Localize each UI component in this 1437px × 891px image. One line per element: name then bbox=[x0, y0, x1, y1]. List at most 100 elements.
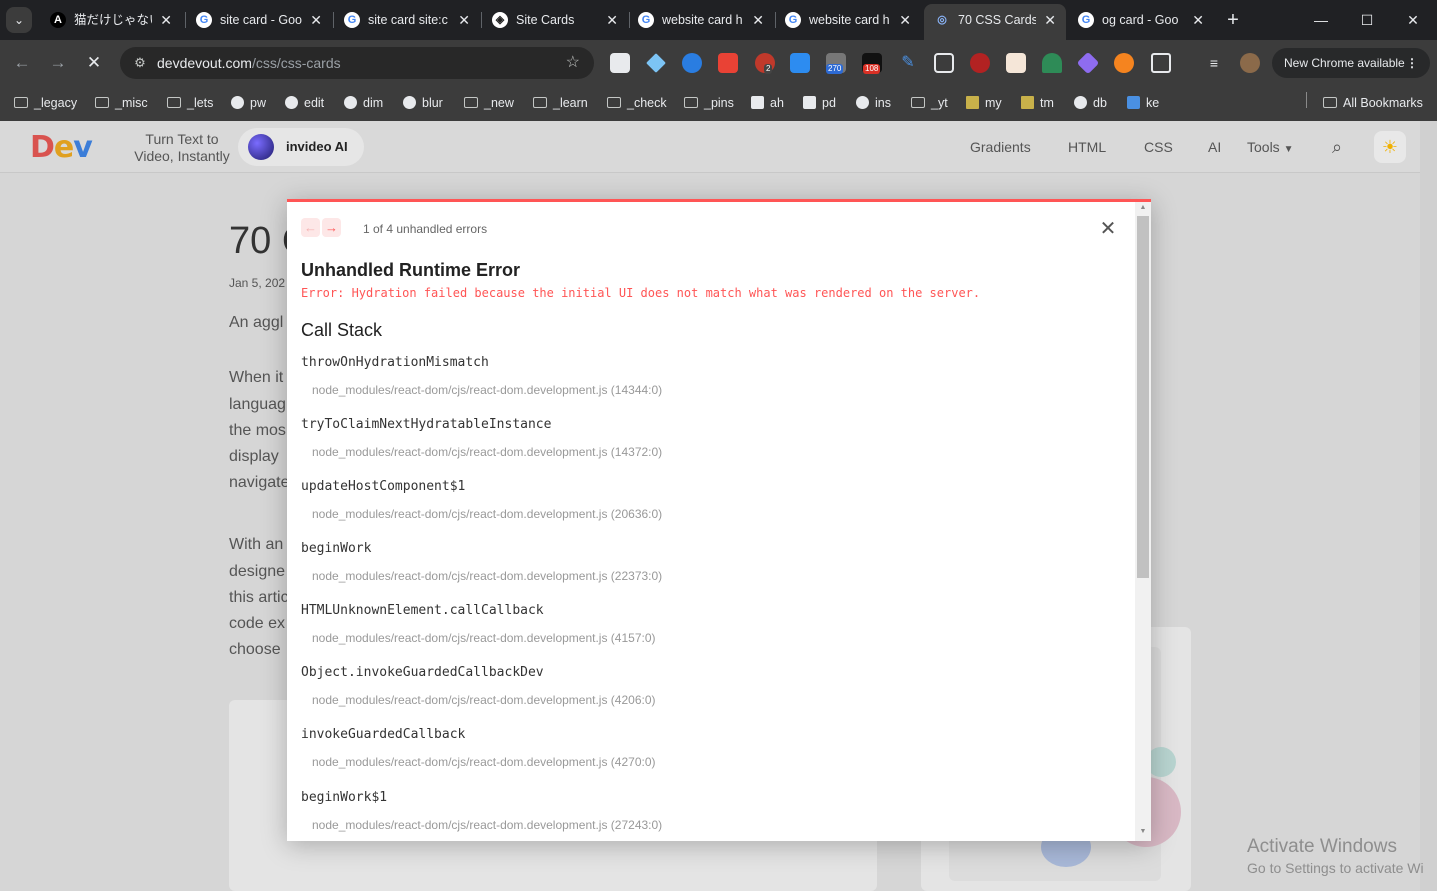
tab-0[interactable]: A 猫だけじゃない。 ✕ bbox=[40, 4, 182, 36]
bookmark-folder[interactable]: _pins bbox=[684, 92, 734, 114]
tab-6-active[interactable]: ◎ 70 CSS Cards ✕ bbox=[924, 4, 1066, 40]
forward-icon[interactable]: → bbox=[47, 52, 69, 74]
next-error-arrow-icon[interactable]: → bbox=[322, 218, 341, 237]
tab-close-icon[interactable]: ✕ bbox=[752, 4, 764, 36]
tab-2[interactable]: G site card site:c ✕ bbox=[334, 4, 480, 36]
counter-extension-icon[interactable]: 270 bbox=[826, 53, 846, 74]
hill-extension-icon[interactable] bbox=[1042, 53, 1062, 73]
site-info-icon[interactable]: ⚙ bbox=[130, 53, 150, 73]
stop-loading-icon[interactable]: ✕ bbox=[83, 52, 105, 74]
stack-frame-location[interactable]: node_modules/react-dom/cjs/react-dom.dev… bbox=[312, 755, 1101, 769]
stack-frame[interactable]: HTMLUnknownElement.callCallback node_mod… bbox=[301, 603, 1101, 645]
stop-extension-icon[interactable] bbox=[970, 53, 990, 73]
pen-extension-icon[interactable] bbox=[646, 53, 666, 73]
bookmark-link[interactable]: ke bbox=[1127, 92, 1159, 114]
bookmark-folder[interactable]: _lets bbox=[167, 92, 213, 114]
close-icon[interactable]: ✕ bbox=[1098, 219, 1118, 239]
tab-search-button[interactable]: ⌄ bbox=[6, 7, 32, 33]
bookmark-link[interactable]: pd bbox=[803, 92, 836, 114]
bookmark-folder[interactable]: _misc bbox=[95, 92, 148, 114]
stack-frame[interactable]: Object.invokeGuardedCallbackDev node_mod… bbox=[301, 665, 1101, 707]
stack-frame[interactable]: beginWork node_modules/react-dom/cjs/rea… bbox=[301, 541, 1101, 583]
puzzle-extensions-icon[interactable] bbox=[1151, 53, 1171, 73]
window-extension-icon[interactable] bbox=[934, 53, 954, 73]
bookmark-link[interactable]: db bbox=[1074, 92, 1107, 114]
bookmark-folder[interactable]: _learn bbox=[533, 92, 588, 114]
nav-ai[interactable]: AI bbox=[1208, 121, 1221, 173]
stack-frame-location[interactable]: node_modules/react-dom/cjs/react-dom.dev… bbox=[312, 507, 1101, 521]
tab-3[interactable]: ◈ Site Cards ✕ bbox=[482, 4, 628, 36]
stack-frame-location[interactable]: node_modules/react-dom/cjs/react-dom.dev… bbox=[312, 445, 1101, 459]
bookmark-link[interactable]: pw bbox=[231, 92, 266, 114]
page-scrollbar[interactable] bbox=[1420, 121, 1437, 891]
bookmark-link[interactable]: my bbox=[966, 92, 1002, 114]
invideo-ad-button[interactable]: invideo AI bbox=[238, 128, 364, 166]
stack-frame-location[interactable]: node_modules/react-dom/cjs/react-dom.dev… bbox=[312, 818, 1101, 832]
bookmark-link[interactable]: blur bbox=[403, 92, 443, 114]
bookmark-link[interactable]: tm bbox=[1021, 92, 1054, 114]
bookmark-link[interactable]: ins bbox=[856, 92, 891, 114]
edge-extension-icon[interactable] bbox=[682, 53, 702, 73]
scroll-down-icon[interactable]: ▼ bbox=[1135, 826, 1151, 838]
tool-extension-icon[interactable]: ✎ bbox=[898, 53, 918, 73]
new-tab-button[interactable]: + bbox=[1222, 8, 1244, 32]
minimize-icon[interactable]: — bbox=[1309, 8, 1333, 32]
tab-close-icon[interactable]: ✕ bbox=[1044, 4, 1056, 36]
dialog-scrollbar[interactable]: ▲ ▼ bbox=[1135, 202, 1151, 841]
bookmark-folder[interactable]: _new bbox=[464, 92, 514, 114]
tab-4[interactable]: G website card h ✕ bbox=[628, 4, 774, 36]
stack-frame[interactable]: invokeGuardedCallback node_modules/react… bbox=[301, 727, 1101, 769]
diamond-extension-icon[interactable] bbox=[1076, 51, 1100, 75]
close-window-icon[interactable]: ✕ bbox=[1401, 8, 1425, 32]
tab-5[interactable]: G website card h ✕ bbox=[775, 4, 921, 36]
bookmark-folder[interactable]: _yt bbox=[911, 92, 948, 114]
tab-close-icon[interactable]: ✕ bbox=[310, 4, 322, 36]
nav-tools[interactable]: Tools ▼ bbox=[1247, 121, 1293, 176]
bookmark-link[interactable]: edit bbox=[285, 92, 324, 114]
tab-close-icon[interactable]: ✕ bbox=[160, 4, 172, 36]
stack-frame[interactable]: throwOnHydrationMismatch node_modules/re… bbox=[301, 355, 1101, 397]
maximize-icon[interactable]: ☐ bbox=[1355, 8, 1379, 32]
new-chrome-available-button[interactable]: New Chrome available ⋮ bbox=[1272, 48, 1430, 78]
nav-css[interactable]: CSS bbox=[1144, 121, 1173, 173]
tab-close-icon[interactable]: ✕ bbox=[458, 4, 470, 36]
metamask-extension-icon[interactable] bbox=[1114, 53, 1134, 73]
tab-close-icon[interactable]: ✕ bbox=[606, 4, 618, 36]
nav-gradients[interactable]: Gradients bbox=[970, 121, 1031, 173]
ublock-extension-icon[interactable]: 2 bbox=[755, 53, 775, 74]
bookmark-link[interactable]: ah bbox=[751, 92, 784, 114]
stack-frame[interactable]: beginWork$1 node_modules/react-dom/cjs/r… bbox=[301, 790, 1101, 832]
stack-frame[interactable]: tryToClaimNextHydratableInstance node_mo… bbox=[301, 417, 1101, 459]
tab-1[interactable]: G site card - Goo ✕ bbox=[186, 4, 332, 36]
bookmark-folder[interactable]: _legacy bbox=[14, 92, 77, 114]
bookmark-folder[interactable]: _check bbox=[607, 92, 667, 114]
tab-close-icon[interactable]: ✕ bbox=[1192, 4, 1204, 36]
stack-frame-location[interactable]: node_modules/react-dom/cjs/react-dom.dev… bbox=[312, 631, 1101, 645]
stack-frame-location[interactable]: node_modules/react-dom/cjs/react-dom.dev… bbox=[312, 693, 1101, 707]
qr-extension-icon[interactable] bbox=[610, 53, 630, 73]
stack-frame-location[interactable]: node_modules/react-dom/cjs/react-dom.dev… bbox=[312, 569, 1101, 583]
reading-list-icon[interactable]: ≡ bbox=[1204, 53, 1224, 73]
previous-error-arrow-icon[interactable]: ← bbox=[301, 218, 320, 237]
tab-7[interactable]: G og card - Goo ✕ bbox=[1068, 4, 1214, 36]
japanese-extension-icon[interactable] bbox=[1006, 53, 1026, 73]
more-menu-icon[interactable]: ⋮ bbox=[1406, 48, 1418, 78]
tab-close-icon[interactable]: ✕ bbox=[899, 4, 911, 36]
site-logo[interactable]: Dev bbox=[30, 133, 93, 163]
all-bookmarks-button[interactable]: All Bookmarks bbox=[1323, 92, 1423, 114]
back-icon[interactable]: ← bbox=[11, 52, 33, 74]
flag-extension-icon[interactable] bbox=[718, 53, 738, 73]
nav-html[interactable]: HTML bbox=[1068, 121, 1106, 173]
stack-frame-location[interactable]: node_modules/react-dom/cjs/react-dom.dev… bbox=[312, 383, 1101, 397]
bookmark-star-icon[interactable]: ☆ bbox=[566, 53, 580, 73]
stack-frame[interactable]: updateHostComponent$1 node_modules/react… bbox=[301, 479, 1101, 521]
scroll-up-icon[interactable]: ▲ bbox=[1135, 202, 1151, 214]
bookmark-link[interactable]: dim bbox=[344, 92, 383, 114]
scrollbar-thumb[interactable] bbox=[1137, 216, 1149, 578]
ad-text[interactable]: Turn Text to Video, Instantly bbox=[132, 131, 232, 165]
tab-counter-extension-icon[interactable]: 108 bbox=[862, 53, 882, 74]
search-icon[interactable]: ⌕ bbox=[1332, 137, 1352, 157]
shield-extension-icon[interactable] bbox=[790, 53, 810, 73]
profile-avatar[interactable] bbox=[1240, 53, 1260, 73]
address-bar[interactable]: ⚙ devdevout.com/css/css-cards ☆ bbox=[120, 47, 594, 79]
